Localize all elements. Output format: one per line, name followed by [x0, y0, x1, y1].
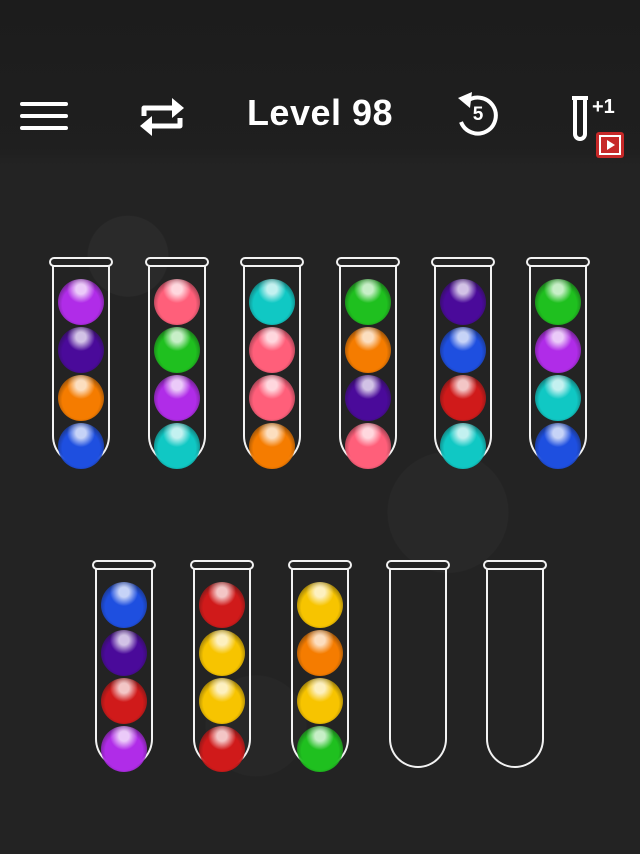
ball-orange: [58, 375, 104, 421]
ball-green: [154, 327, 200, 373]
menu-button[interactable]: [20, 98, 72, 134]
top-bar: [0, 0, 640, 165]
tube[interactable]: [145, 257, 209, 469]
video-ad-icon: [596, 132, 624, 158]
ball-cyan: [535, 375, 581, 421]
ball-yellow: [199, 678, 245, 724]
ball-cyan: [249, 279, 295, 325]
ball-blue: [58, 423, 104, 469]
ball-pink: [249, 327, 295, 373]
tube[interactable]: [49, 257, 113, 469]
ball-purple: [154, 375, 200, 421]
undo-count: 5: [472, 104, 484, 125]
ball-red: [440, 375, 486, 421]
ball-yellow: [297, 582, 343, 628]
ball-indigo: [58, 327, 104, 373]
ball-pink: [345, 423, 391, 469]
ball-yellow: [297, 678, 343, 724]
ball-red: [101, 678, 147, 724]
undo-button[interactable]: 5: [452, 88, 504, 144]
ball-indigo: [345, 375, 391, 421]
ball-blue: [101, 582, 147, 628]
add-tube-label: +1: [592, 96, 615, 118]
ball-pink: [249, 375, 295, 421]
add-tube-button[interactable]: +1: [566, 88, 632, 160]
ball-indigo: [101, 630, 147, 676]
ball-green: [297, 726, 343, 772]
ball-green: [345, 279, 391, 325]
ball-green: [535, 279, 581, 325]
ball-blue: [440, 327, 486, 373]
ball-indigo: [440, 279, 486, 325]
tube[interactable]: [92, 560, 156, 772]
ball-red: [199, 582, 245, 628]
ball-purple: [101, 726, 147, 772]
repeat-icon: [140, 98, 184, 136]
tube[interactable]: [190, 560, 254, 772]
ball-cyan: [440, 423, 486, 469]
ball-purple: [535, 327, 581, 373]
tube[interactable]: [240, 257, 304, 469]
ball-blue: [535, 423, 581, 469]
ball-yellow: [199, 630, 245, 676]
tube[interactable]: [483, 560, 547, 768]
tube[interactable]: [288, 560, 352, 772]
ball-red: [199, 726, 245, 772]
level-title: Level 98: [246, 92, 394, 133]
ball-purple: [58, 279, 104, 325]
tube[interactable]: [526, 257, 590, 469]
ball-cyan: [154, 423, 200, 469]
ball-orange: [249, 423, 295, 469]
tube[interactable]: [431, 257, 495, 469]
tube[interactable]: [336, 257, 400, 469]
ball-orange: [345, 327, 391, 373]
ball-orange: [297, 630, 343, 676]
ball-pink: [154, 279, 200, 325]
tube[interactable]: [386, 560, 450, 768]
restart-button[interactable]: [136, 92, 188, 142]
